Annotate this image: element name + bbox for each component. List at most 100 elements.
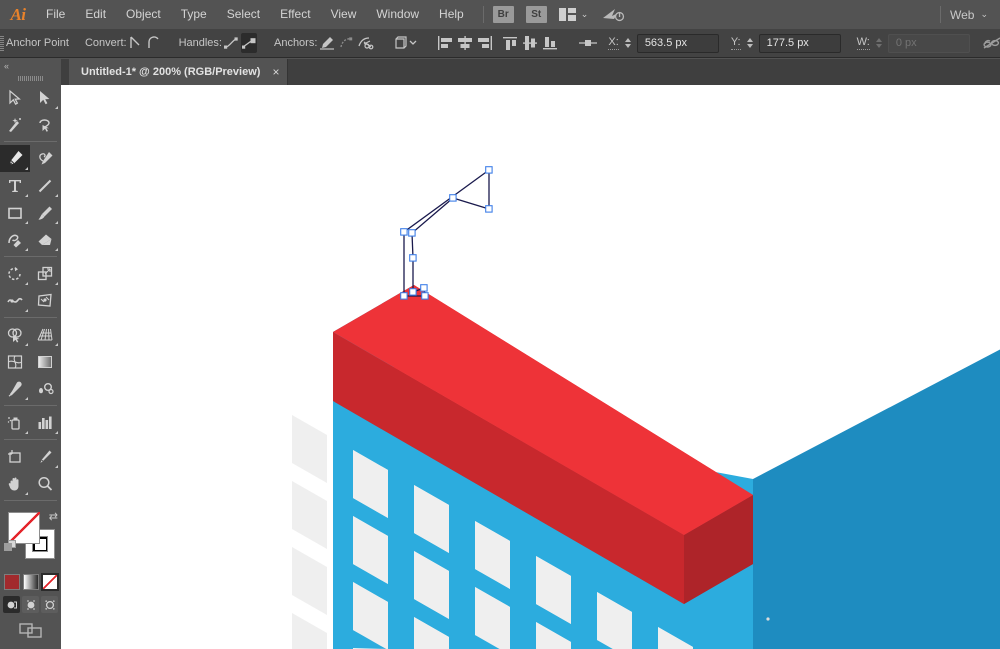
workspace-chevron-down-icon[interactable]: ⌄ (980, 9, 988, 20)
menu-object[interactable]: Object (116, 0, 171, 29)
document-tab-title: Untitled-1* @ 200% (RGB/Preview) (81, 66, 260, 78)
y-position-label: Y: (731, 36, 741, 50)
hand-tool[interactable] (0, 470, 30, 497)
y-position-input[interactable]: 177.5 px (759, 34, 841, 53)
menu-select[interactable]: Select (217, 0, 270, 29)
shaper-tool[interactable] (0, 226, 30, 253)
x-position-stepper[interactable] (623, 34, 634, 52)
gradient-tool[interactable] (30, 348, 60, 375)
change-screen-mode-button[interactable] (18, 621, 44, 644)
menu-view[interactable]: View (321, 0, 367, 29)
transform-handle-icon[interactable] (577, 33, 601, 53)
align-left-icon[interactable] (436, 33, 454, 53)
tools-group-3 (0, 443, 61, 504)
pen-tool[interactable] (0, 145, 30, 172)
width-tool[interactable] (0, 287, 30, 314)
menu-effect[interactable]: Effect (270, 0, 320, 29)
menu-window[interactable]: Window (366, 0, 429, 29)
chevron-down-icon: ⌄ (581, 9, 589, 20)
curvature-tool[interactable] (30, 145, 60, 172)
bridge-button[interactable]: Br (493, 6, 514, 23)
x-position-input[interactable]: 563.5 px (637, 34, 719, 53)
canvas-area[interactable] (61, 85, 1000, 649)
tools-panel-collapse-button[interactable]: « (0, 59, 61, 73)
symbol-sprayer-tool[interactable] (0, 409, 30, 436)
line-segment-tool[interactable] (30, 172, 60, 199)
align-bottom-icon[interactable] (541, 33, 559, 53)
arrange-documents-button[interactable]: ⌄ (559, 8, 589, 21)
artboard-tool[interactable] (0, 443, 30, 470)
flyout-indicator-icon (55, 343, 58, 346)
convert-to-smooth-icon[interactable] (146, 33, 162, 53)
draw-inside-button[interactable] (41, 596, 58, 613)
stock-button[interactable]: St (526, 6, 547, 23)
selection-tool[interactable] (0, 84, 30, 111)
draw-behind-button[interactable] (22, 596, 39, 613)
gradient-mode-button[interactable] (23, 574, 39, 590)
rotate-tool[interactable] (0, 260, 30, 287)
arrange-documents-icon (559, 8, 576, 21)
free-transform-tool[interactable] (30, 287, 60, 314)
cut-path-at-anchors-icon[interactable] (356, 33, 374, 53)
menu-edit[interactable]: Edit (75, 0, 116, 29)
menu-file[interactable]: File (36, 0, 75, 29)
blend-tool[interactable] (30, 375, 60, 402)
tools-panel-grip[interactable] (0, 73, 61, 84)
perspective-grid-tool[interactable] (30, 321, 60, 348)
connect-selected-endpoints-icon[interactable] (338, 33, 354, 53)
creative-cloud-sync-icon[interactable] (602, 7, 626, 23)
align-right-icon[interactable] (476, 33, 494, 53)
menu-bar: Ai File Edit Object Type Select Effect V… (0, 0, 1000, 29)
none-mode-button[interactable] (42, 574, 58, 590)
y-position-stepper[interactable] (745, 34, 756, 52)
tools-divider (4, 500, 57, 501)
mesh-tool[interactable] (0, 348, 30, 375)
show-handles-icon[interactable] (223, 33, 239, 53)
convert-label: Convert: (85, 37, 127, 49)
convert-to-corner-icon[interactable] (128, 33, 144, 53)
anchors-label: Anchors: (274, 37, 317, 49)
flyout-indicator-icon (55, 282, 58, 285)
paintbrush-tool[interactable] (30, 199, 60, 226)
building-side-face (753, 349, 1000, 649)
draw-normal-button[interactable] (3, 596, 20, 613)
swap-fill-stroke-icon[interactable]: ⇄ (49, 510, 58, 523)
constrain-proportions-broken-icon[interactable] (982, 33, 1000, 53)
color-mode-button[interactable] (4, 574, 20, 590)
menu-type[interactable]: Type (171, 0, 217, 29)
menu-help[interactable]: Help (429, 0, 474, 29)
flyout-indicator-icon (25, 431, 28, 434)
eyedropper-tool[interactable] (0, 375, 30, 402)
document-tab[interactable]: Untitled-1* @ 200% (RGB/Preview) × (69, 59, 288, 85)
flyout-indicator-icon (55, 194, 58, 197)
type-tool[interactable] (0, 172, 30, 199)
align-horizontal-center-icon[interactable] (456, 33, 474, 53)
flyout-indicator-icon (25, 194, 28, 197)
hide-handles-icon[interactable] (241, 33, 257, 53)
isolate-selected-object-icon[interactable] (392, 33, 418, 53)
zoom-tool[interactable] (30, 470, 60, 497)
column-graph-tool[interactable] (30, 409, 60, 436)
tools-divider (4, 405, 57, 406)
remove-selected-anchor-icon[interactable] (318, 33, 336, 53)
slice-tool[interactable] (30, 443, 60, 470)
align-top-icon[interactable] (501, 33, 519, 53)
width-field-group: W: 0 px (857, 34, 970, 53)
workspace-label[interactable]: Web (950, 8, 974, 22)
scale-tool[interactable] (30, 260, 60, 287)
y-position-field-group: Y: 177.5 px (731, 34, 841, 53)
lasso-tool[interactable] (30, 111, 60, 138)
context-label: Anchor Point (6, 37, 69, 49)
flyout-indicator-icon (25, 309, 28, 312)
stray-dot (766, 617, 769, 620)
default-fill-stroke-icon[interactable] (4, 540, 17, 553)
direct-selection-tool[interactable] (30, 84, 60, 111)
magic-wand-tool[interactable] (0, 111, 30, 138)
align-vertical-center-icon[interactable] (521, 33, 539, 53)
flyout-indicator-icon (25, 397, 28, 400)
close-icon[interactable]: × (272, 66, 279, 78)
eraser-tool[interactable] (30, 226, 60, 253)
control-bar-grip[interactable] (0, 29, 4, 58)
rectangle-tool[interactable] (0, 199, 30, 226)
shape-builder-tool[interactable] (0, 321, 30, 348)
